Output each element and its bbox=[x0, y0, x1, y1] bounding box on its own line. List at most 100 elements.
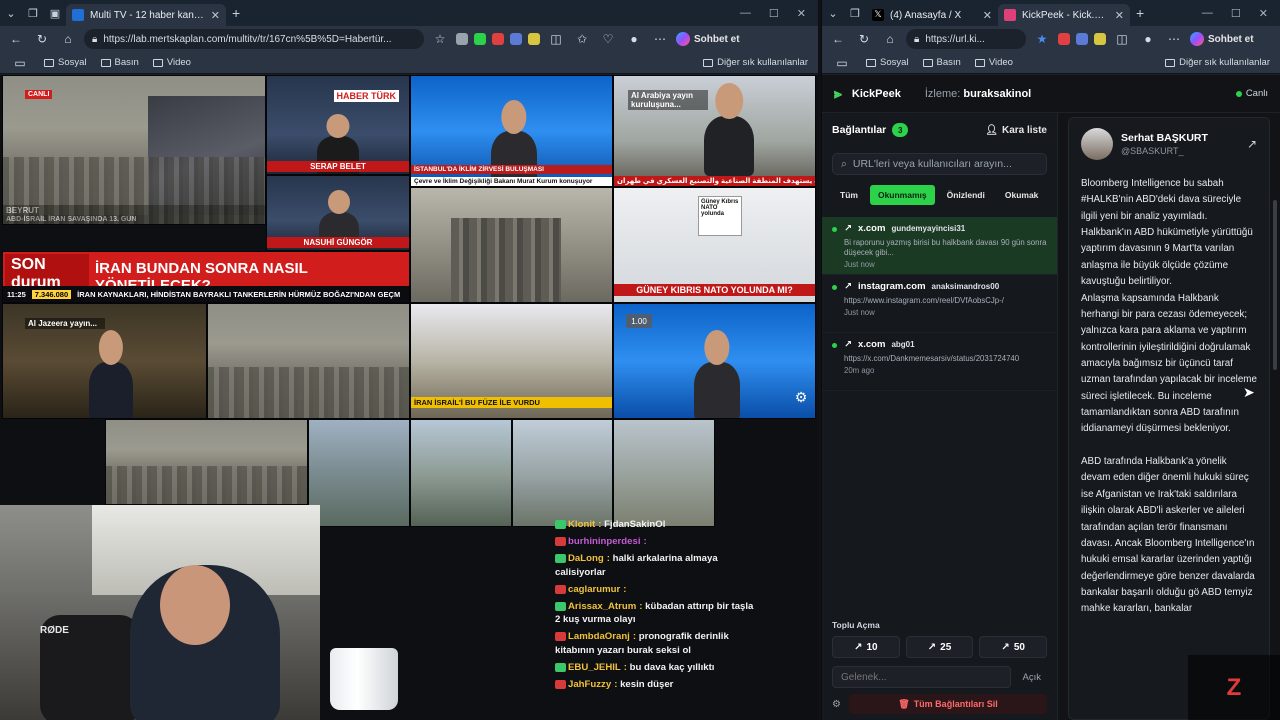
new-tab-button[interactable]: + bbox=[226, 5, 246, 21]
open-10-button[interactable]: ↗ 10 bbox=[832, 636, 900, 658]
tv-tile-cam-1[interactable] bbox=[308, 419, 410, 527]
open-external-icon[interactable]: ↗ bbox=[1247, 137, 1257, 151]
bookmark-folder-video[interactable]: Video bbox=[974, 57, 1013, 68]
tv-tile-gaza-city[interactable] bbox=[105, 419, 308, 505]
url-input[interactable]: 🔒︎ https://url.ki... bbox=[906, 29, 1026, 49]
chat-username[interactable]: burhininperdesi bbox=[568, 536, 641, 547]
extension-icon[interactable] bbox=[456, 33, 468, 45]
reading-list-icon[interactable]: ▭ bbox=[10, 56, 30, 70]
split-screen-icon[interactable]: ◫ bbox=[546, 32, 566, 46]
extension-yellow-icon[interactable] bbox=[1094, 33, 1106, 45]
minimize-icon[interactable]: — bbox=[740, 7, 751, 20]
minimize-icon[interactable]: — bbox=[1202, 7, 1213, 20]
split-screen-icon[interactable]: ◫ bbox=[1112, 32, 1132, 46]
chat-username[interactable]: DaLong bbox=[568, 553, 604, 564]
link-item[interactable]: ↗ instagram.com anaksimandros00 https://www… bbox=[822, 275, 1057, 333]
refresh-icon[interactable]: ↻ bbox=[854, 32, 874, 46]
bookmark-folder-social[interactable]: Sosyal bbox=[44, 57, 87, 68]
close-tab-icon[interactable]: ✕ bbox=[211, 9, 220, 22]
tv-tile-newspapers[interactable]: Güney Kıbrıs NATO yolunda GÜNEY KIBRIS N… bbox=[613, 187, 816, 303]
refresh-icon[interactable]: ↻ bbox=[32, 32, 52, 46]
tv-tile-haberturk-presenter[interactable]: HABER TÜRK SERAP BELET bbox=[266, 75, 410, 175]
blacklist-button[interactable]: 👤︎ Kara liste bbox=[985, 125, 1047, 136]
tab-actions-icon[interactable]: ⌄ bbox=[0, 3, 22, 23]
tv-tile-beirut[interactable]: CANLI BEYRUT ABD-İSRAİL İRAN SAVAŞINDA 1… bbox=[2, 75, 266, 225]
chat-username[interactable]: caglarumur bbox=[568, 584, 620, 595]
maximize-icon[interactable]: ☐ bbox=[1231, 7, 1241, 20]
home-icon[interactable]: ⌂ bbox=[880, 32, 900, 46]
favorites-icon[interactable]: ✩ bbox=[572, 32, 592, 46]
reading-list-icon[interactable]: ▭ bbox=[832, 56, 852, 70]
extension-green-icon[interactable] bbox=[474, 33, 486, 45]
tv-tile-arabic[interactable]: Al Arabiya yayın kuruluşuna... قصف يستهد… bbox=[613, 75, 816, 187]
settings-gear-icon[interactable]: ⚙ bbox=[792, 388, 810, 406]
tv-tile-sondurum-banner[interactable]: SON durum İRAN BUNDAN SONRA NASIL YÖNETİ… bbox=[2, 251, 410, 303]
tweet-scrollbar[interactable] bbox=[1273, 200, 1277, 370]
tv-tile-cam-3[interactable] bbox=[512, 419, 613, 527]
copilot-button[interactable]: Sohbet et bbox=[1190, 32, 1254, 46]
close-tab-icon[interactable]: ✕ bbox=[983, 9, 992, 22]
bookmark-folder-press[interactable]: Basın bbox=[922, 57, 961, 68]
link-item[interactable]: ↗ x.com abg01 https://x.com/Dankmemesarsiv/… bbox=[822, 333, 1057, 391]
playback-speed-badge[interactable]: 1.00 bbox=[626, 314, 652, 328]
home-icon[interactable]: ⌂ bbox=[58, 32, 78, 46]
chat-username[interactable]: LambdaOranj bbox=[568, 631, 630, 642]
chat-username[interactable]: JahFuzzy bbox=[568, 679, 611, 690]
close-tab-icon[interactable]: ✕ bbox=[1115, 9, 1124, 22]
extension-red-icon[interactable] bbox=[492, 33, 504, 45]
workspaces-icon[interactable]: ❐ bbox=[22, 3, 44, 23]
filter-previewed[interactable]: Önizlendi bbox=[939, 185, 993, 205]
profile-avatar-icon[interactable]: ● bbox=[624, 32, 644, 46]
maximize-icon[interactable]: ☐ bbox=[769, 7, 779, 20]
close-window-icon[interactable]: ✕ bbox=[797, 7, 806, 20]
chat-username[interactable]: Arissax_Atrum bbox=[568, 601, 636, 612]
collections-icon[interactable]: ♡ bbox=[598, 32, 618, 46]
favorite-star-icon[interactable]: ★ bbox=[1032, 32, 1052, 46]
back-icon[interactable]: ← bbox=[6, 32, 26, 46]
profile-avatar-icon[interactable]: ● bbox=[1138, 32, 1158, 46]
url-input[interactable]: 🔒︎ https://lab.mertskaplan.com/multitv/t… bbox=[84, 29, 424, 49]
new-tab-button[interactable]: + bbox=[1130, 5, 1150, 21]
tab-groups-icon[interactable]: ▣ bbox=[44, 3, 66, 23]
extension-red-icon[interactable] bbox=[1058, 33, 1070, 45]
extension-blue-icon[interactable] bbox=[510, 33, 522, 45]
extension-yellow-icon[interactable] bbox=[528, 33, 540, 45]
other-favorites-folder[interactable]: Diğer sık kullanılanlar bbox=[1165, 57, 1270, 68]
link-search-input[interactable]: ⌕ URL'leri veya kullanıcıları arayın... bbox=[832, 153, 1047, 175]
tv-tile-debris[interactable]: İRAN İSRAİL'İ BU FÜZE İLE VURDU bbox=[410, 303, 613, 419]
workspaces-icon[interactable]: ❐ bbox=[844, 3, 866, 23]
tv-tile-skyline[interactable] bbox=[410, 187, 613, 303]
bookmark-folder-press[interactable]: Basın bbox=[100, 57, 139, 68]
open-25-button[interactable]: ↗ 25 bbox=[905, 636, 974, 658]
clear-all-links-button[interactable]: 🗑︎ Tüm Bağlantıları Sil bbox=[848, 694, 1047, 714]
copilot-button[interactable]: Sohbet et bbox=[676, 32, 740, 46]
tv-tile-cam-4[interactable] bbox=[613, 419, 715, 527]
bookmark-folder-social[interactable]: Sosyal bbox=[866, 57, 909, 68]
tab-x-home[interactable]: 𝕏 (4) Anasayfa / X ✕ bbox=[866, 4, 998, 26]
tab-actions-icon[interactable]: ⌄ bbox=[822, 3, 844, 23]
more-menu-icon[interactable]: ⋯ bbox=[1164, 32, 1184, 46]
more-menu-icon[interactable]: ⋯ bbox=[650, 32, 670, 46]
filter-unread[interactable]: Okunmamış bbox=[869, 185, 935, 205]
back-icon[interactable]: ← bbox=[828, 32, 848, 46]
filter-all[interactable]: Tüm bbox=[832, 185, 866, 205]
link-item[interactable]: ↗ x.com gundemyayincisi31 Bi raporunu yazmı… bbox=[822, 217, 1057, 275]
tv-tile-cam-2[interactable] bbox=[410, 419, 512, 527]
close-window-icon[interactable]: ✕ bbox=[1259, 7, 1268, 20]
other-favorites-folder[interactable]: Diğer sık kullanılanlar bbox=[703, 57, 808, 68]
custom-count-input[interactable] bbox=[832, 666, 1011, 688]
filter-read[interactable]: Okumak bbox=[997, 185, 1047, 205]
tv-tile-tehran-skyline[interactable] bbox=[207, 303, 410, 419]
chat-username[interactable]: EBU_JEHIL bbox=[568, 662, 621, 673]
bookmark-folder-video[interactable]: Video bbox=[152, 57, 191, 68]
open-button[interactable]: Açık bbox=[1017, 672, 1047, 683]
extension-blue-icon[interactable] bbox=[1076, 33, 1088, 45]
chat-username[interactable]: Klonit bbox=[568, 519, 595, 530]
tab-multitv[interactable]: Multi TV - 12 haber kanalını aynı a ✕ bbox=[66, 4, 226, 26]
favorite-star-icon[interactable]: ☆ bbox=[430, 32, 450, 46]
settings-gear-icon[interactable]: ⚙ bbox=[832, 699, 841, 710]
tv-tile-haberturk-guest[interactable]: NASUHİ GÜNGÖR bbox=[266, 175, 410, 251]
tv-tile-ntv[interactable]: İSTANBUL'DA İKLİM ZİRVESİ BULUŞMASI Çevr… bbox=[410, 75, 613, 187]
tv-tile-aljazeera[interactable]: Al Jazeera yayın... bbox=[2, 303, 207, 419]
open-50-button[interactable]: ↗ 50 bbox=[979, 636, 1048, 658]
